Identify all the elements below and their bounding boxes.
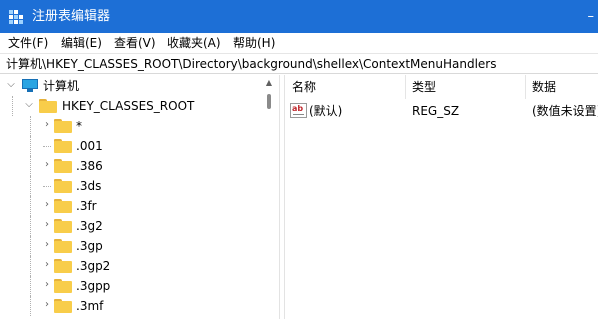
window-title: 注册表编辑器: [32, 9, 111, 24]
value-data: (数值未设置): [532, 104, 598, 118]
tree-guide: [12, 96, 13, 116]
tree-label: .3mf: [76, 299, 104, 313]
folder-icon: [54, 119, 72, 133]
tree-guide: [30, 296, 31, 316]
folder-icon: [54, 219, 72, 233]
folder-icon: [54, 139, 72, 153]
tree-node-key[interactable]: › .3gp2: [0, 256, 262, 276]
tree-guide: [30, 176, 31, 196]
tree-label: HKEY_CLASSES_ROOT: [62, 99, 195, 113]
folder-icon: [54, 159, 72, 173]
tree-guide: [30, 276, 31, 296]
tree-scrollbar[interactable]: ▲: [262, 75, 276, 319]
tree-node-key[interactable]: .3ds: [0, 176, 262, 196]
tree-node-key[interactable]: › *: [0, 116, 262, 136]
chevron-right-icon[interactable]: ›: [42, 279, 52, 291]
folder-icon: [54, 279, 72, 293]
column-label: 类型: [412, 80, 437, 94]
folder-icon: [39, 99, 57, 113]
tree-label: .3gp: [76, 239, 103, 253]
string-value-icon: ab: [290, 103, 307, 118]
registry-editor-icon: [9, 10, 23, 24]
column-label: 数据: [532, 80, 557, 94]
folder-icon: [54, 299, 72, 313]
tree-node-key[interactable]: › .3fr: [0, 196, 262, 216]
tree-guide: [30, 236, 31, 256]
address-path[interactable]: 计算机\HKEY_CLASSES_ROOT\Directory\backgrou…: [6, 57, 496, 71]
tree-label: .3gpp: [76, 279, 111, 293]
value-type: REG_SZ: [412, 104, 460, 118]
computer-icon: [21, 79, 39, 93]
chevron-down-icon[interactable]: ⌵: [24, 99, 34, 111]
pane-splitter[interactable]: [279, 75, 285, 319]
chevron-right-icon[interactable]: ›: [42, 259, 52, 271]
value-list: 名称 类型 数据 ab (默认) REG_SZ (数值未设置): [286, 75, 598, 319]
tree-label: .3ds: [76, 179, 102, 193]
tree-node-key[interactable]: › .3mf: [0, 296, 262, 316]
key-tree: ⌵ 计算机 ⌵ HKEY_CLASSES_ROOT › * .001 › .38…: [0, 75, 262, 319]
folder-icon: [54, 239, 72, 253]
tree-guide: [30, 136, 31, 156]
chevron-right-icon[interactable]: ›: [42, 239, 52, 251]
chevron-right-icon[interactable]: ›: [42, 299, 52, 311]
tree-guide: [43, 146, 51, 147]
column-header-type[interactable]: 类型: [406, 75, 526, 99]
tree-node-key[interactable]: › .3gpp: [0, 276, 262, 296]
tree-node-key[interactable]: › .3g2: [0, 216, 262, 236]
column-header-name[interactable]: 名称: [286, 75, 406, 99]
folder-icon: [54, 259, 72, 273]
column-header-data[interactable]: 数据: [526, 75, 598, 99]
tree-label: *: [76, 119, 82, 133]
menu-bar: 文件(F) 编辑(E) 查看(V) 收藏夹(A) 帮助(H): [0, 33, 598, 53]
chevron-down-icon[interactable]: ⌵: [6, 79, 16, 91]
tree-node-computer[interactable]: ⌵ 计算机: [0, 76, 262, 96]
menu-edit[interactable]: 编辑(E): [61, 36, 102, 50]
tree-guide: [30, 216, 31, 236]
scroll-thumb[interactable]: [267, 94, 271, 109]
folder-icon: [54, 199, 72, 213]
menu-file[interactable]: 文件(F): [8, 36, 48, 50]
chevron-right-icon[interactable]: ›: [42, 119, 52, 131]
tree-guide: [43, 186, 51, 187]
tree-node-key[interactable]: › .386: [0, 156, 262, 176]
menu-favorites[interactable]: 收藏夹(A): [167, 36, 221, 50]
tree-guide: [30, 196, 31, 216]
folder-icon: [54, 179, 72, 193]
chevron-right-icon[interactable]: ›: [42, 159, 52, 171]
title-bar: 注册表编辑器 –: [0, 0, 598, 33]
tree-label: 计算机: [43, 79, 80, 93]
column-label: 名称: [292, 80, 317, 94]
address-bar[interactable]: 计算机\HKEY_CLASSES_ROOT\Directory\backgrou…: [0, 53, 598, 74]
value-row[interactable]: ab (默认) REG_SZ (数值未设置): [286, 101, 598, 121]
minimize-button[interactable]: –: [588, 8, 595, 25]
value-name: (默认): [309, 104, 343, 118]
tree-label: .001: [76, 139, 103, 153]
tree-guide: [30, 116, 31, 136]
tree-guide: [30, 156, 31, 176]
scroll-up-icon[interactable]: ▲: [264, 79, 274, 87]
tree-label: .3fr: [76, 199, 97, 213]
chevron-right-icon[interactable]: ›: [42, 199, 52, 211]
tree-label: .3g2: [76, 219, 103, 233]
tree-guide: [30, 256, 31, 276]
tree-node-key[interactable]: .001: [0, 136, 262, 156]
tree-label: .3gp2: [76, 259, 111, 273]
menu-view[interactable]: 查看(V): [114, 36, 156, 50]
menu-help[interactable]: 帮助(H): [233, 36, 275, 50]
tree-label: .386: [76, 159, 103, 173]
icon-text: ab: [292, 104, 304, 113]
tree-node-key[interactable]: › .3gp: [0, 236, 262, 256]
chevron-right-icon[interactable]: ›: [42, 219, 52, 231]
tree-node-hkcr[interactable]: ⌵ HKEY_CLASSES_ROOT: [0, 96, 262, 116]
